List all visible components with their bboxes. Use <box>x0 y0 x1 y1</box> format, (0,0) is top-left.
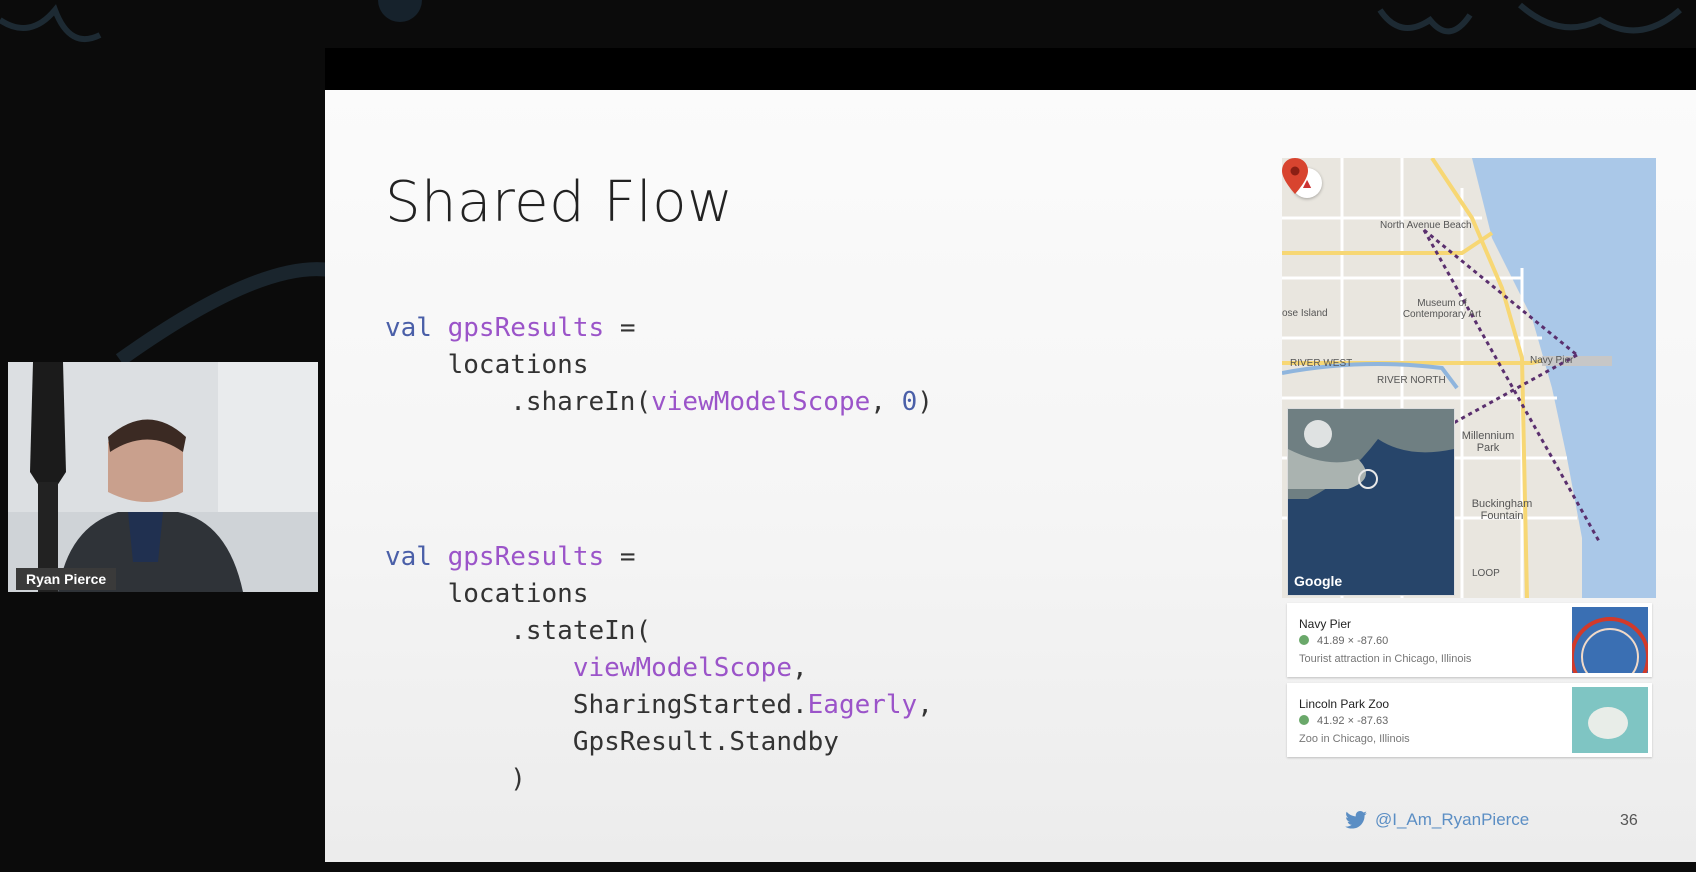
code-token: gpsResults <box>447 542 605 572</box>
place-thumbnail-polar-bear <box>1572 687 1648 753</box>
place-thumbnail-ferris-wheel <box>1572 607 1648 673</box>
google-logo: Google <box>1294 573 1343 589</box>
place-card-navy-pier[interactable]: Navy Pier 41.89 × -87.60 Tourist attract… <box>1287 603 1652 677</box>
code-line: SharingStarted.Eagerly, <box>385 687 933 724</box>
code-line: GpsResult.Standby <box>385 724 933 761</box>
code-line: locations <box>385 347 933 384</box>
twitter-handle: @I_Am_RyanPierce <box>1345 810 1529 830</box>
code-token: viewModelScope <box>651 387 871 417</box>
code-token: SharingStarted. <box>385 690 808 720</box>
place-description: Zoo in Chicago, Illinois <box>1299 733 1410 745</box>
twitter-bird-icon <box>1345 811 1367 829</box>
map-pin-icon[interactable] <box>1282 158 1308 194</box>
globe-icon <box>1299 715 1309 725</box>
code-token: gpsResults <box>447 313 605 343</box>
presentation-slide: Shared Flow val gpsResults = locations .… <box>325 90 1696 862</box>
code-block-statein: val gpsResults = locations .stateIn( vie… <box>385 539 933 798</box>
slide-top-bar <box>325 48 1696 90</box>
code-token: .stateIn( <box>385 616 652 646</box>
twitter-handle-text: @I_Am_RyanPierce <box>1375 810 1530 829</box>
map-label-museum: Museum of Contemporary Art <box>1402 298 1482 320</box>
code-line: val gpsResults = <box>385 539 933 576</box>
place-coords: 41.92 × -87.63 <box>1299 715 1388 727</box>
satellite-inset[interactable]: Google <box>1287 408 1455 596</box>
code-token: , <box>792 653 808 683</box>
code-token: .shareIn( <box>385 387 652 417</box>
code-token: Eagerly <box>807 690 918 720</box>
satellite-image <box>1288 409 1454 595</box>
map-view[interactable]: North Avenue Beach Museum of Contemporar… <box>1282 158 1656 598</box>
map-label-goose-island: ose Island <box>1282 308 1328 319</box>
code-token: locations <box>385 350 589 380</box>
place-coords-text: 41.92 × -87.63 <box>1317 715 1389 727</box>
code-token: locations <box>385 579 589 609</box>
place-coords: 41.89 × -87.60 <box>1299 635 1388 647</box>
webcam-video: Ryan Pierce <box>8 362 318 592</box>
code-token: ) <box>917 387 933 417</box>
code-line: viewModelScope, <box>385 650 933 687</box>
code-token: val <box>385 542 432 572</box>
map-label-loop: LOOP <box>1472 568 1500 579</box>
code-token: = <box>604 542 636 572</box>
code-block-sharein: val gpsResults = locations .shareIn(view… <box>385 310 933 421</box>
code-line: val gpsResults = <box>385 310 933 347</box>
code-line: .stateIn( <box>385 613 933 650</box>
place-description: Tourist attraction in Chicago, Illinois <box>1299 653 1472 665</box>
map-label-river-west: RIVER WEST <box>1290 358 1353 369</box>
globe-icon <box>1299 635 1309 645</box>
map-label-buckingham-fountain: Buckingham Fountain <box>1471 498 1533 522</box>
code-token: GpsResult.Standby <box>385 727 839 757</box>
map-label-millennium-park: Millennium Park <box>1461 430 1515 454</box>
code-line: ) <box>385 761 933 798</box>
participant-name-tag: Ryan Pierce <box>16 568 117 590</box>
code-token: viewModelScope <box>572 653 792 683</box>
place-coords-text: 41.89 × -87.60 <box>1317 635 1389 647</box>
place-name: Lincoln Park Zoo <box>1299 697 1390 711</box>
code-token: , <box>917 690 933 720</box>
place-card-lincoln-park-zoo[interactable]: Lincoln Park Zoo 41.92 × -87.63 Zoo in C… <box>1287 683 1652 757</box>
slide-title: Shared Flow <box>385 170 734 235</box>
code-token: , <box>870 387 902 417</box>
webcam-feed <box>8 362 318 592</box>
code-token: 0 <box>901 387 918 417</box>
code-line: locations <box>385 576 933 613</box>
slide-page-number: 36 <box>1620 812 1638 829</box>
code-token: ) <box>385 764 526 794</box>
map-label-river-north: RIVER NORTH <box>1377 375 1446 386</box>
code-token: val <box>385 313 432 343</box>
map-label-north-avenue-beach: North Avenue Beach <box>1380 220 1472 231</box>
code-token: = <box>604 313 636 343</box>
code-line: .shareIn(viewModelScope, 0) <box>385 384 933 421</box>
map-label-navy-pier: Navy Pier <box>1530 355 1574 366</box>
place-name: Navy Pier <box>1299 617 1352 631</box>
